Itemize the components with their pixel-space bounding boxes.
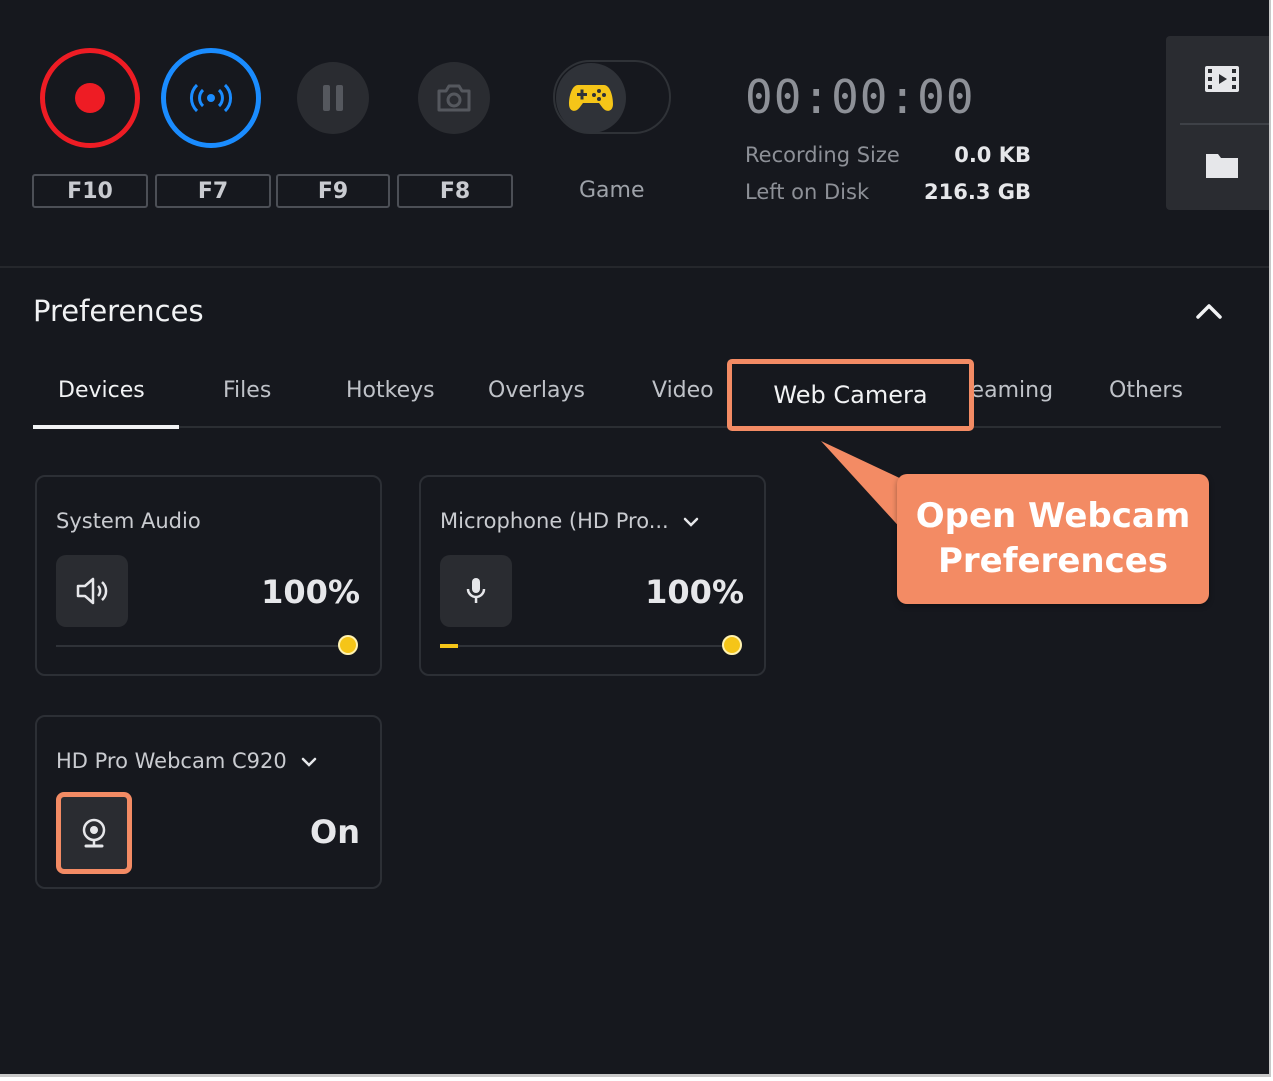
microphone-toggle[interactable] [440, 555, 512, 627]
recording-size-value: 0.0 KB [954, 143, 1031, 167]
screenshot-button[interactable] [418, 62, 490, 134]
system-audio-slider-knob[interactable] [338, 635, 358, 655]
collapse-preferences-button[interactable] [1192, 296, 1226, 326]
side-panel [1166, 36, 1269, 210]
webcam-status: On [310, 813, 360, 851]
pause-icon [323, 85, 343, 111]
gamepad-icon [569, 85, 613, 111]
speaker-icon [76, 577, 108, 605]
app-window: F10 F7 F9 F8 Game 00:00:00 Recording Siz… [0, 0, 1271, 1077]
left-on-disk-value: 216.3 GB [924, 180, 1031, 204]
microphone-slider-track[interactable] [440, 645, 732, 647]
tab-devices[interactable]: Devices [58, 378, 145, 403]
tab-files[interactable]: Files [223, 378, 271, 403]
folder-icon [1206, 154, 1238, 178]
microphone-title: Microphone (HD Pro... [440, 509, 669, 533]
webcam-card: HD Pro Webcam C920 On [35, 715, 382, 889]
tab-video[interactable]: Video [652, 378, 714, 403]
tab-others[interactable]: Others [1109, 378, 1183, 403]
webcam-toggle-button[interactable] [56, 792, 132, 874]
record-icon [75, 83, 105, 113]
tab-streaming[interactable]: reaming [962, 378, 1053, 403]
tab-overlays[interactable]: Overlays [488, 378, 585, 403]
game-mode-toggle[interactable] [553, 60, 671, 134]
chevron-up-icon [1196, 304, 1222, 319]
system-audio-card: System Audio 100% [35, 475, 382, 676]
microphone-icon [466, 578, 486, 603]
recording-timer: 00:00:00 [745, 70, 975, 124]
system-audio-slider-track[interactable] [56, 645, 348, 647]
system-audio-volume: 100% [261, 573, 360, 611]
webcam-device-select[interactable]: HD Pro Webcam C920 [56, 749, 317, 773]
callout-line-1: Open Webcam [915, 496, 1191, 536]
hotkey-stream: F7 [155, 174, 271, 208]
camera-icon [437, 84, 471, 112]
toolbar-separator [0, 266, 1269, 268]
hotkey-screenshot: F8 [397, 174, 513, 208]
game-toggle-knob [556, 63, 626, 133]
recordings-button[interactable] [1204, 62, 1240, 96]
microphone-slider-knob[interactable] [722, 635, 742, 655]
tab-bar-line [33, 426, 1221, 428]
chevron-down-icon [302, 757, 317, 767]
film-icon [1205, 66, 1239, 92]
microphone-input-level [440, 644, 458, 648]
stream-button[interactable] [161, 48, 261, 148]
tab-hotkeys[interactable]: Hotkeys [346, 378, 435, 403]
record-button[interactable] [40, 48, 140, 148]
open-folder-button[interactable] [1204, 148, 1240, 182]
microphone-card: Microphone (HD Pro... 100% [419, 475, 766, 676]
system-audio-toggle[interactable] [56, 555, 128, 627]
callout-open-webcam-preferences: Open Webcam Preferences [897, 474, 1209, 604]
chevron-down-icon [684, 517, 699, 527]
side-panel-divider [1180, 123, 1269, 125]
game-mode-label: Game [579, 178, 645, 203]
stream-icon [190, 83, 232, 113]
microphone-volume: 100% [645, 573, 744, 611]
recording-size-label: Recording Size [745, 143, 900, 167]
webcam-icon [82, 818, 106, 848]
pause-button[interactable] [297, 62, 369, 134]
hotkey-record: F10 [32, 174, 148, 208]
tab-web-camera[interactable]: Web Camera [727, 359, 974, 431]
preferences-title: Preferences [33, 294, 204, 328]
system-audio-title: System Audio [56, 509, 201, 533]
microphone-device-select[interactable]: Microphone (HD Pro... [440, 509, 699, 533]
webcam-title: HD Pro Webcam C920 [56, 749, 287, 773]
active-tab-indicator [33, 425, 179, 429]
callout-line-2: Preferences [937, 541, 1169, 581]
hotkey-pause: F9 [276, 174, 390, 208]
left-on-disk-label: Left on Disk [745, 180, 870, 204]
